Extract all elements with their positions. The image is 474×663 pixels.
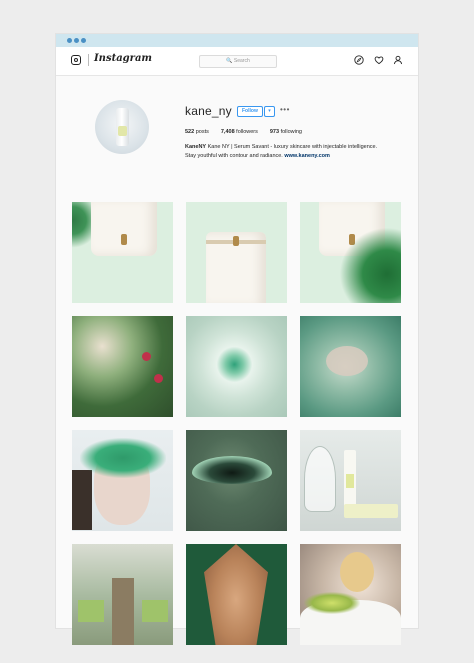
posts-stat[interactable]: 522 posts bbox=[185, 129, 209, 135]
browser-window: Instagram 🔍 Search kane_ny Follow ▾ ••• … bbox=[56, 34, 418, 645]
profile-bio: KaneNY Kane NY | Serum Savant - luxury s… bbox=[185, 143, 405, 161]
profile-header: kane_ny Follow ▾ ••• 522 posts 7,408 fol… bbox=[56, 76, 418, 196]
post-thumbnail[interactable] bbox=[300, 316, 401, 417]
nav-divider bbox=[88, 54, 89, 66]
window-dot-maximize[interactable] bbox=[81, 38, 86, 43]
followers-label: followers bbox=[234, 129, 258, 135]
browser-titlebar bbox=[56, 34, 418, 47]
follow-button[interactable]: Follow bbox=[237, 106, 263, 117]
window-dot-close[interactable] bbox=[67, 38, 72, 43]
posts-count: 522 bbox=[185, 129, 195, 135]
bio-full-name: KaneNY bbox=[185, 144, 207, 150]
following-stat[interactable]: 973 following bbox=[270, 129, 302, 135]
instagram-wordmark[interactable]: Instagram bbox=[94, 53, 152, 64]
avatar-product-image bbox=[116, 108, 129, 146]
post-thumbnail[interactable] bbox=[300, 202, 401, 303]
window-dot-minimize[interactable] bbox=[74, 38, 79, 43]
post-thumbnail[interactable] bbox=[72, 316, 173, 417]
instagram-camera-icon[interactable] bbox=[71, 55, 81, 65]
avatar[interactable] bbox=[95, 100, 149, 154]
profile-username: kane_ny bbox=[185, 104, 232, 118]
person-icon[interactable] bbox=[393, 55, 403, 65]
post-thumbnail[interactable] bbox=[300, 544, 401, 645]
post-thumbnail[interactable] bbox=[72, 544, 173, 645]
following-label: following bbox=[279, 129, 302, 135]
bio-line-2: Stay youthful with contour and radiance. bbox=[185, 153, 285, 159]
post-thumbnail[interactable] bbox=[186, 430, 287, 531]
posts-grid bbox=[72, 202, 401, 645]
bio-line-1: Kane NY | Serum Savant - luxury skincare… bbox=[206, 144, 378, 150]
post-thumbnail[interactable] bbox=[186, 544, 287, 645]
top-navigation: Instagram 🔍 Search bbox=[56, 47, 418, 76]
post-thumbnail[interactable] bbox=[72, 430, 173, 531]
post-thumbnail[interactable] bbox=[300, 430, 401, 531]
followers-stat[interactable]: 7,408 followers bbox=[221, 129, 258, 135]
posts-label: posts bbox=[194, 129, 209, 135]
followers-count: 7,408 bbox=[220, 129, 235, 135]
compass-icon[interactable] bbox=[354, 55, 364, 65]
search-input[interactable]: 🔍 Search bbox=[199, 55, 277, 68]
post-thumbnail[interactable] bbox=[186, 316, 287, 417]
post-thumbnail[interactable] bbox=[72, 202, 173, 303]
profile-stats: 522 posts 7,408 followers 973 following bbox=[185, 129, 302, 135]
bio-website-link[interactable]: www.kaneny.com bbox=[284, 153, 330, 159]
heart-icon[interactable] bbox=[374, 55, 384, 65]
post-thumbnail[interactable] bbox=[186, 202, 287, 303]
following-count: 973 bbox=[269, 129, 280, 135]
more-options-icon[interactable]: ••• bbox=[280, 105, 290, 114]
follow-dropdown-button[interactable]: ▾ bbox=[264, 106, 275, 117]
